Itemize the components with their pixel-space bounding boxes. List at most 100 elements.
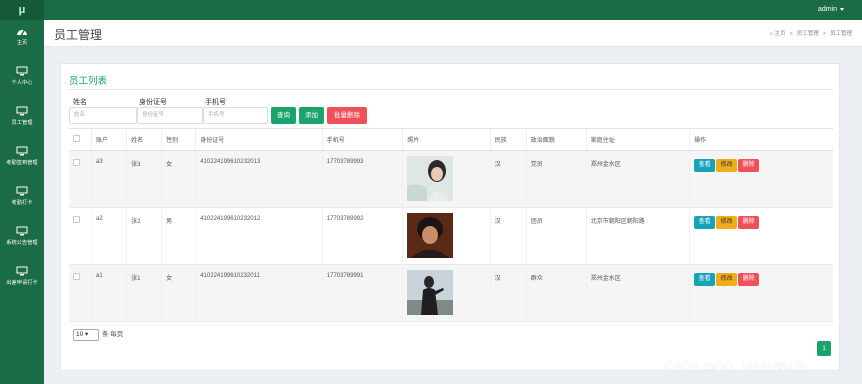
name-cell: 张2 bbox=[126, 207, 162, 265]
phone-input[interactable]: 手机号 bbox=[203, 107, 268, 124]
sidebar-item-label: 系统公告管理 bbox=[6, 240, 38, 246]
edit-button[interactable]: 修改 bbox=[716, 159, 738, 172]
photo-cell bbox=[402, 264, 491, 322]
column-header: 身份证号 bbox=[195, 128, 323, 151]
phone-cell: 17703789991 bbox=[321, 264, 403, 322]
row-checkbox[interactable] bbox=[73, 273, 80, 280]
user-menu[interactable]: admin bbox=[818, 0, 844, 20]
batch-delete-button[interactable]: 批量删除 bbox=[327, 107, 367, 124]
monitor-icon bbox=[16, 106, 28, 116]
row-checkbox[interactable] bbox=[73, 159, 80, 166]
select-all-header[interactable] bbox=[69, 128, 92, 151]
edit-button[interactable]: 修改 bbox=[716, 273, 738, 286]
id-number-cell: 410224199610232013 bbox=[195, 150, 323, 208]
account-cell: a2 bbox=[91, 207, 127, 265]
page-size-value: 10 bbox=[76, 331, 84, 338]
column-header: 性别 bbox=[161, 128, 196, 151]
delete-button[interactable]: 删除 bbox=[738, 159, 760, 172]
page-number-button[interactable]: 1 bbox=[817, 341, 831, 356]
employee-list-card: 员工列表 姓名 姓名 身份证号 身份证号 手机号 手机号 查询 添加 批量删除 … bbox=[60, 63, 840, 371]
sidebar-item-label: 员工管理 bbox=[11, 120, 33, 126]
sidebar-item-announcements[interactable]: 系统公告管理 bbox=[0, 226, 44, 260]
id-number-cell: 410224199610232011 bbox=[195, 264, 323, 322]
page-size-select[interactable]: 10 ▾ bbox=[73, 329, 99, 341]
actions-cell: 查看 修改 删除 bbox=[689, 150, 833, 208]
id-number-input[interactable]: 身份证号 bbox=[137, 107, 203, 124]
row-checkbox[interactable] bbox=[73, 216, 80, 223]
column-header: 账户 bbox=[91, 128, 127, 151]
column-header: 手机号 bbox=[321, 128, 403, 151]
row-select-cell[interactable] bbox=[69, 207, 92, 265]
app-logo: μ bbox=[0, 0, 44, 20]
breadcrumb-item[interactable]: 主页 bbox=[775, 31, 786, 37]
name-label: 姓名 bbox=[73, 99, 87, 106]
add-button[interactable]: 添加 bbox=[299, 107, 324, 124]
table-row: a1 张1 女 410224199610232011 17703789991 汉… bbox=[69, 264, 833, 322]
employee-photo bbox=[407, 156, 454, 201]
name-input[interactable]: 姓名 bbox=[69, 107, 137, 124]
caret-down-icon bbox=[840, 7, 844, 11]
column-header: 照片 bbox=[402, 128, 491, 151]
per-page-text: 条 每页 bbox=[102, 331, 124, 338]
table-row: a2 张2 男 410224199610232012 17703789992 汉… bbox=[69, 207, 833, 265]
photo-cell bbox=[402, 150, 491, 208]
view-button[interactable]: 查看 bbox=[694, 216, 716, 229]
view-button[interactable]: 查看 bbox=[694, 159, 716, 172]
page-size-control: 10 ▾ 条 每页 bbox=[73, 328, 123, 341]
view-button[interactable]: 查看 bbox=[694, 273, 716, 286]
card-title: 员工列表 bbox=[69, 76, 108, 87]
page-title: 员工管理 bbox=[54, 28, 103, 42]
address-cell: 北京市朝阳区朝阳路 bbox=[585, 207, 690, 265]
photo-cell bbox=[402, 207, 491, 265]
name-cell: 张1 bbox=[126, 264, 162, 322]
monitor-icon bbox=[16, 146, 28, 156]
name-cell: 张3 bbox=[126, 150, 162, 208]
row-select-cell[interactable] bbox=[69, 264, 92, 322]
address-cell: 郑州金水区 bbox=[585, 150, 690, 208]
employee-photo bbox=[407, 213, 454, 258]
divider bbox=[69, 89, 833, 90]
gender-cell: 女 bbox=[161, 150, 196, 208]
user-name: admin bbox=[817, 6, 837, 13]
home-icon: ⌂ bbox=[769, 31, 773, 37]
monitor-icon bbox=[16, 186, 28, 196]
sidebar-item-home[interactable]: 主页 bbox=[0, 26, 44, 60]
sidebar-item-attendance-mgmt[interactable]: 考勤签到管理 bbox=[0, 146, 44, 180]
sidebar-item-label: 考勤签到管理 bbox=[6, 160, 38, 166]
breadcrumb-separator: > bbox=[822, 31, 826, 37]
row-select-cell[interactable] bbox=[69, 150, 92, 208]
breadcrumb-separator: > bbox=[789, 31, 793, 37]
id-number-cell: 410224199610232012 bbox=[195, 207, 323, 265]
address-cell: 郑州金水区 bbox=[585, 264, 690, 322]
employee-photo bbox=[407, 270, 454, 315]
breadcrumb-item: 员工管理 bbox=[829, 31, 852, 37]
sidebar-item-label: 考勤打卡 bbox=[11, 200, 33, 206]
column-header: 民族 bbox=[489, 128, 527, 151]
account-cell: a3 bbox=[91, 150, 127, 208]
sidebar-item-business-trip[interactable]: 出差申请打卡 bbox=[0, 266, 44, 300]
actions-cell: 查看 修改 删除 bbox=[689, 264, 833, 322]
breadcrumb-item[interactable]: 员工管理 bbox=[797, 31, 819, 37]
sidebar-item-label: 个人中心 bbox=[11, 80, 33, 86]
employee-table: 账户 姓名 性别 身份证号 手机号 照片 民族 政治面貌 家庭住址 操作 a3 … bbox=[69, 128, 833, 322]
gender-cell: 女 bbox=[161, 264, 196, 322]
sidebar-item-employees[interactable]: 员工管理 bbox=[0, 106, 44, 140]
phone-cell: 17703789993 bbox=[321, 150, 403, 208]
ethnic-cell: 汉 bbox=[489, 264, 527, 322]
account-cell: a1 bbox=[91, 264, 127, 322]
query-button[interactable]: 查询 bbox=[271, 107, 296, 124]
delete-button[interactable]: 删除 bbox=[738, 216, 760, 229]
watermark: CSDN @QQ_1963288475 bbox=[665, 360, 807, 374]
sidebar-item-label: 出差申请打卡 bbox=[6, 280, 38, 286]
political-cell: 团员 bbox=[525, 207, 587, 265]
sidebar-item-profile[interactable]: 个人中心 bbox=[0, 66, 44, 100]
monitor-icon bbox=[16, 266, 28, 276]
table-header-row: 账户 姓名 性别 身份证号 手机号 照片 民族 政治面貌 家庭住址 操作 bbox=[69, 128, 833, 151]
top-bar: μ admin bbox=[0, 0, 862, 20]
delete-button[interactable]: 删除 bbox=[738, 273, 760, 286]
sidebar-item-clock-in[interactable]: 考勤打卡 bbox=[0, 186, 44, 220]
political-cell: 党员 bbox=[525, 150, 587, 208]
id-number-label: 身份证号 bbox=[139, 99, 167, 106]
select-all-checkbox[interactable] bbox=[73, 135, 80, 142]
edit-button[interactable]: 修改 bbox=[716, 216, 738, 229]
